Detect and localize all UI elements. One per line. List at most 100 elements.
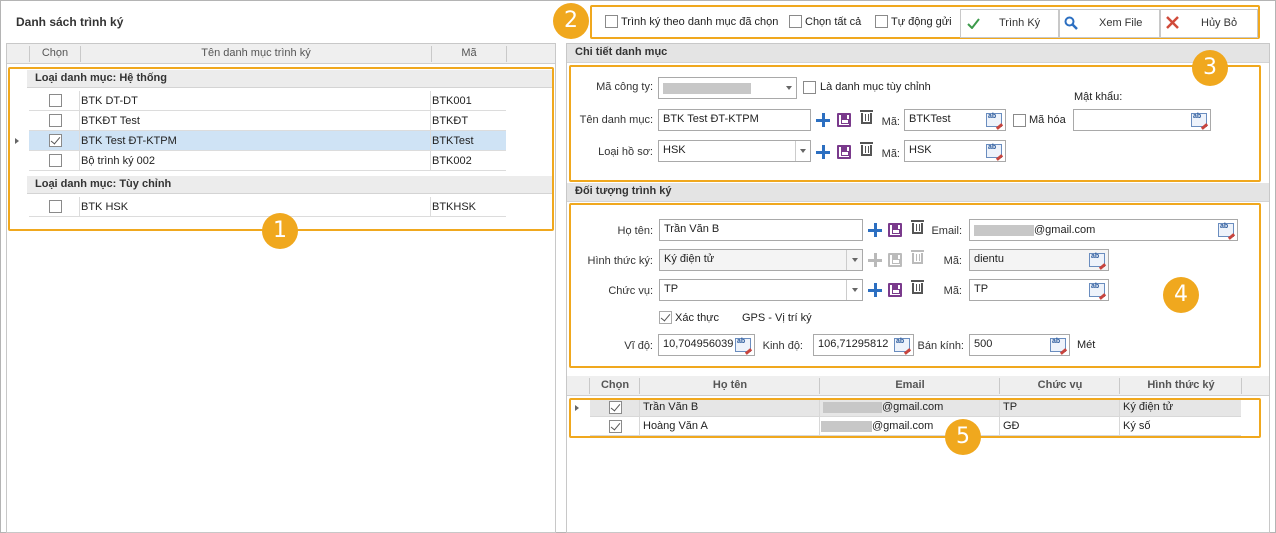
latitude-value: 10,704956039 <box>663 338 734 350</box>
save-icon[interactable] <box>837 113 851 127</box>
full-name-input[interactable]: Trần Văn B <box>659 219 863 241</box>
save-icon[interactable] <box>837 145 851 159</box>
delete-icon[interactable] <box>911 220 924 234</box>
custom-category-checkbox[interactable] <box>803 81 816 94</box>
sign-by-list-checkbox[interactable] <box>605 15 618 28</box>
verify-checkbox[interactable] <box>659 311 672 324</box>
add-icon[interactable] <box>816 145 830 159</box>
auto-send-label: Tự động gửi <box>891 16 952 28</box>
email-input[interactable]: @gmail.com ab <box>969 219 1238 241</box>
cancel-button[interactable]: Hủy Bỏ <box>1160 9 1258 38</box>
col-position[interactable]: Chức vụ <box>1000 379 1120 391</box>
position-code-label: Mã: <box>943 285 962 297</box>
col-full-name[interactable]: Họ tên <box>640 379 820 391</box>
col-name[interactable]: Tên danh mục trình ký <box>81 47 431 59</box>
sign-method-value: Ký điện tử <box>664 253 715 265</box>
add-icon[interactable] <box>868 223 882 237</box>
full-name-label: Họ tên: <box>617 225 653 237</box>
callout-badge-4: 4 <box>1163 277 1199 313</box>
position-code-value: TP <box>974 283 989 295</box>
position-code-input[interactable]: TP ab <box>969 279 1109 301</box>
radius-label: Bán kính: <box>917 340 964 352</box>
password-input[interactable]: ab <box>1073 109 1211 131</box>
sign-method-code-label: Mã: <box>943 255 962 267</box>
longitude-input[interactable]: 106,71295812 ab <box>813 334 914 356</box>
select-all-label: Chọn tất cả <box>805 16 862 28</box>
category-name-label: Tên danh mục: <box>579 114 653 126</box>
sign-method-code-input[interactable]: dientu ab <box>969 249 1109 271</box>
save-icon[interactable] <box>888 223 902 237</box>
signers-grid-header: Chọn Họ tên Email Chức vụ Hình thức ký <box>567 376 1269 396</box>
spellcheck-icon[interactable]: ab <box>1089 253 1105 267</box>
category-code-value: BTKTest <box>909 113 951 125</box>
delete-icon[interactable] <box>911 280 924 294</box>
radius-input[interactable]: 500 ab <box>969 334 1070 356</box>
spellcheck-icon[interactable]: ab <box>986 144 1002 158</box>
record-type-code-input[interactable]: HSK ab <box>904 140 1006 162</box>
left-panel-title: Danh sách trình ký <box>16 15 124 29</box>
custom-category-label: Là danh mục tùy chỉnh <box>820 81 931 93</box>
chevron-down-icon <box>852 258 858 262</box>
company-label: Mã công ty: <box>596 81 653 93</box>
spellcheck-icon[interactable]: ab <box>986 113 1002 127</box>
spellcheck-icon[interactable]: ab <box>1050 338 1066 352</box>
view-file-label: Xem File <box>1099 17 1143 29</box>
sign-method-select[interactable]: Ký điện tử <box>659 249 863 271</box>
record-type-code-label: Mã: <box>881 148 900 160</box>
callout-badge-2: 2 <box>553 3 589 39</box>
search-icon <box>1064 16 1078 30</box>
col-select[interactable]: Chọn <box>590 379 640 391</box>
spellcheck-icon[interactable]: ab <box>1191 113 1207 127</box>
view-file-button[interactable]: Xem File <box>1059 9 1160 38</box>
add-icon[interactable] <box>868 283 882 297</box>
longitude-value: 106,71295812 <box>818 338 889 350</box>
radius-unit: Mét <box>1077 339 1096 351</box>
record-type-select[interactable]: HSK <box>658 140 811 162</box>
col-sign-method[interactable]: Hình thức ký <box>1120 379 1242 391</box>
add-icon[interactable] <box>816 113 830 127</box>
position-select[interactable]: TP <box>659 279 863 301</box>
gps-label: GPS - Vị trí ký <box>742 312 812 324</box>
category-name-input[interactable]: BTK Test ĐT-KTPM <box>658 109 811 131</box>
delete-icon[interactable] <box>860 110 873 124</box>
radius-value: 500 <box>974 338 993 350</box>
select-all-checkbox[interactable] <box>789 15 802 28</box>
delete-icon[interactable] <box>860 142 873 156</box>
redacted-value <box>974 225 1034 236</box>
sign-button-label: Trình Ký <box>999 17 1041 29</box>
cancel-label: Hủy Bỏ <box>1201 17 1238 29</box>
redacted-value <box>663 83 751 94</box>
encrypt-checkbox[interactable] <box>1013 114 1026 127</box>
position-value: TP <box>664 283 679 295</box>
col-select[interactable]: Chọn <box>30 47 80 59</box>
callout-badge-1: 1 <box>262 213 298 249</box>
delete-icon <box>911 250 924 264</box>
sign-by-list-label: Trình ký theo danh mục đã chọn <box>621 16 779 28</box>
verify-label: Xác thực <box>675 312 720 324</box>
auto-send-checkbox[interactable] <box>875 15 888 28</box>
sign-method-code-value: dientu <box>974 253 1004 265</box>
save-icon[interactable] <box>888 283 902 297</box>
close-icon <box>1166 16 1179 29</box>
check-icon <box>967 18 980 29</box>
save-icon <box>888 253 902 267</box>
email-domain: @gmail.com <box>1034 224 1096 236</box>
sign-button[interactable]: Trình Ký <box>960 9 1059 38</box>
grid-header: Chọn Tên danh mục trình ký Mã <box>7 44 555 64</box>
position-label: Chức vụ: <box>608 285 653 297</box>
encrypt-label: Mã hóa <box>1029 114 1066 126</box>
col-code[interactable]: Mã <box>432 47 506 59</box>
category-code-input[interactable]: BTKTest ab <box>904 109 1006 131</box>
password-label: Mật khẩu: <box>1074 91 1123 103</box>
add-icon <box>868 253 882 267</box>
spellcheck-icon[interactable]: ab <box>735 338 751 352</box>
latitude-input[interactable]: 10,704956039 ab <box>658 334 755 356</box>
chevron-down-icon <box>852 288 858 292</box>
company-select[interactable] <box>658 77 797 99</box>
callout-box-1 <box>8 67 554 231</box>
spellcheck-icon[interactable]: ab <box>1218 223 1234 237</box>
spellcheck-icon[interactable]: ab <box>894 338 910 352</box>
col-email[interactable]: Email <box>820 379 1000 391</box>
spellcheck-icon[interactable]: ab <box>1089 283 1105 297</box>
chevron-down-icon <box>800 149 806 153</box>
